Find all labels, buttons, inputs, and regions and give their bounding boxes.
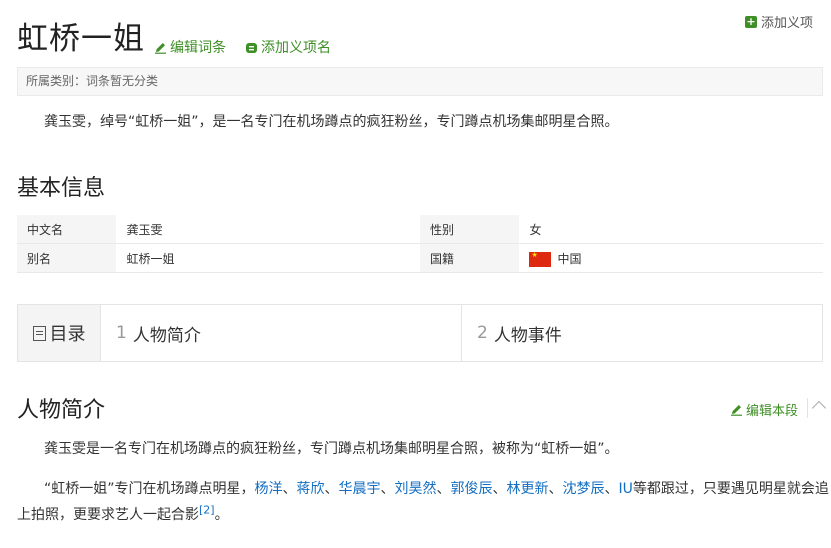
star-link[interactable]: 杨洋 <box>255 481 283 497</box>
page-title: 虹桥一姐 <box>17 21 145 57</box>
plus-icon: + <box>744 14 757 28</box>
edit-section-button[interactable]: 编辑本段 <box>730 400 798 419</box>
profile-paragraph-2: “虹桥一姐”专门在机场蹲点明星，杨洋、蒋欣、华晨宇、刘昊然、郭俊辰、林更新、沈梦… <box>17 476 829 528</box>
nationality-value: 中国 <box>519 243 823 273</box>
toc-item-label: 人物简介 <box>132 325 201 346</box>
add-sense-name-button[interactable]: 添加义项名 <box>245 37 331 57</box>
paragraph-text: “虹桥一姐”专门在机场蹲点明星， <box>44 481 255 497</box>
edit-section-label: 编辑本段 <box>745 404 798 419</box>
star-link[interactable]: IU <box>619 481 633 497</box>
star-link[interactable]: 林更新 <box>507 481 549 497</box>
separator: 、 <box>282 481 297 497</box>
toc-item-number: 2 <box>477 323 488 343</box>
star-link[interactable]: 刘昊然 <box>395 481 437 497</box>
star-link[interactable]: 沈梦辰 <box>563 481 605 497</box>
table-of-contents: 目录 1 人物简介 2 人物事件 <box>17 304 823 362</box>
info-value: 虹桥一姐 <box>116 243 420 273</box>
toc-item-profile[interactable]: 1 人物简介 <box>101 305 461 361</box>
separator: 、 <box>436 481 451 497</box>
paragraph-text: 上拍照，更要求艺人一起合影 <box>17 507 199 523</box>
info-key: 国籍 <box>419 243 520 273</box>
separator: 、 <box>492 481 507 497</box>
toc-item-label: 人物事件 <box>493 325 562 346</box>
divider <box>807 398 808 418</box>
china-flag-icon <box>529 251 552 267</box>
add-sense-top-button[interactable]: + 添加义项 <box>744 12 813 31</box>
info-value: 龚玉雯 <box>116 215 420 244</box>
separator: 、 <box>324 481 339 497</box>
separator: 、 <box>604 481 619 497</box>
entry-summary: 龚玉雯，绰号“虹桥一姐”，是一名专门在机场蹲点的疯狂粉丝，专门蹲点机场集邮明星合… <box>44 114 619 130</box>
profile-heading: 人物简介 <box>17 398 106 423</box>
table-row: 别名 虹桥一姐 国籍 中国 <box>17 243 823 273</box>
basic-info-table: 中文名 龚玉雯 性别 女 别名 虹桥一姐 国籍 中国 <box>17 215 823 273</box>
profile-paragraph-1: 龚玉雯是一名专门在机场蹲点的疯狂粉丝，专门蹲点机场集邮明星合照，被称为“虹桥一姐… <box>44 441 619 457</box>
add-sense-top-label: 添加义项 <box>760 16 813 31</box>
pencil-icon <box>155 42 166 54</box>
add-sense-icon <box>246 42 257 53</box>
separator: 、 <box>380 481 395 497</box>
paragraph-text: 。 <box>214 507 229 523</box>
nationality-text: 中国 <box>557 251 582 266</box>
catalog-icon <box>32 325 46 341</box>
toc-item-number: 1 <box>116 323 127 343</box>
category-bar: 所属类别：词条暂无分类 <box>17 67 823 96</box>
edit-entry-label: 编辑词条 <box>170 40 226 56</box>
edit-entry-button[interactable]: 编辑词条 <box>154 37 226 57</box>
chevron-up-icon[interactable] <box>811 400 827 416</box>
toc-item-events[interactable]: 2 人物事件 <box>461 305 822 361</box>
star-links: 杨洋、蒋欣、华晨宇、刘昊然、郭俊辰、林更新、沈梦辰、IU <box>255 481 633 497</box>
pencil-icon <box>730 405 742 416</box>
info-key: 中文名 <box>17 215 117 244</box>
info-key: 性别 <box>419 215 520 244</box>
table-row: 中文名 龚玉雯 性别 女 <box>17 215 823 244</box>
toc-label-text: 目录 <box>49 324 86 345</box>
info-key: 别名 <box>17 243 117 273</box>
toc-label: 目录 <box>18 305 101 361</box>
paragraph-text: 等都跟过，只要遇见明星就会追 <box>632 481 829 497</box>
info-value: 女 <box>519 215 823 244</box>
reference-link[interactable]: [2] <box>199 503 215 516</box>
star-link[interactable]: 蒋欣 <box>297 481 325 497</box>
add-sense-name-label: 添加义项名 <box>261 40 331 56</box>
basic-info-heading: 基本信息 <box>17 176 106 201</box>
star-link[interactable]: 郭俊辰 <box>451 481 493 497</box>
star-link[interactable]: 华晨宇 <box>339 481 381 497</box>
separator: 、 <box>548 481 563 497</box>
